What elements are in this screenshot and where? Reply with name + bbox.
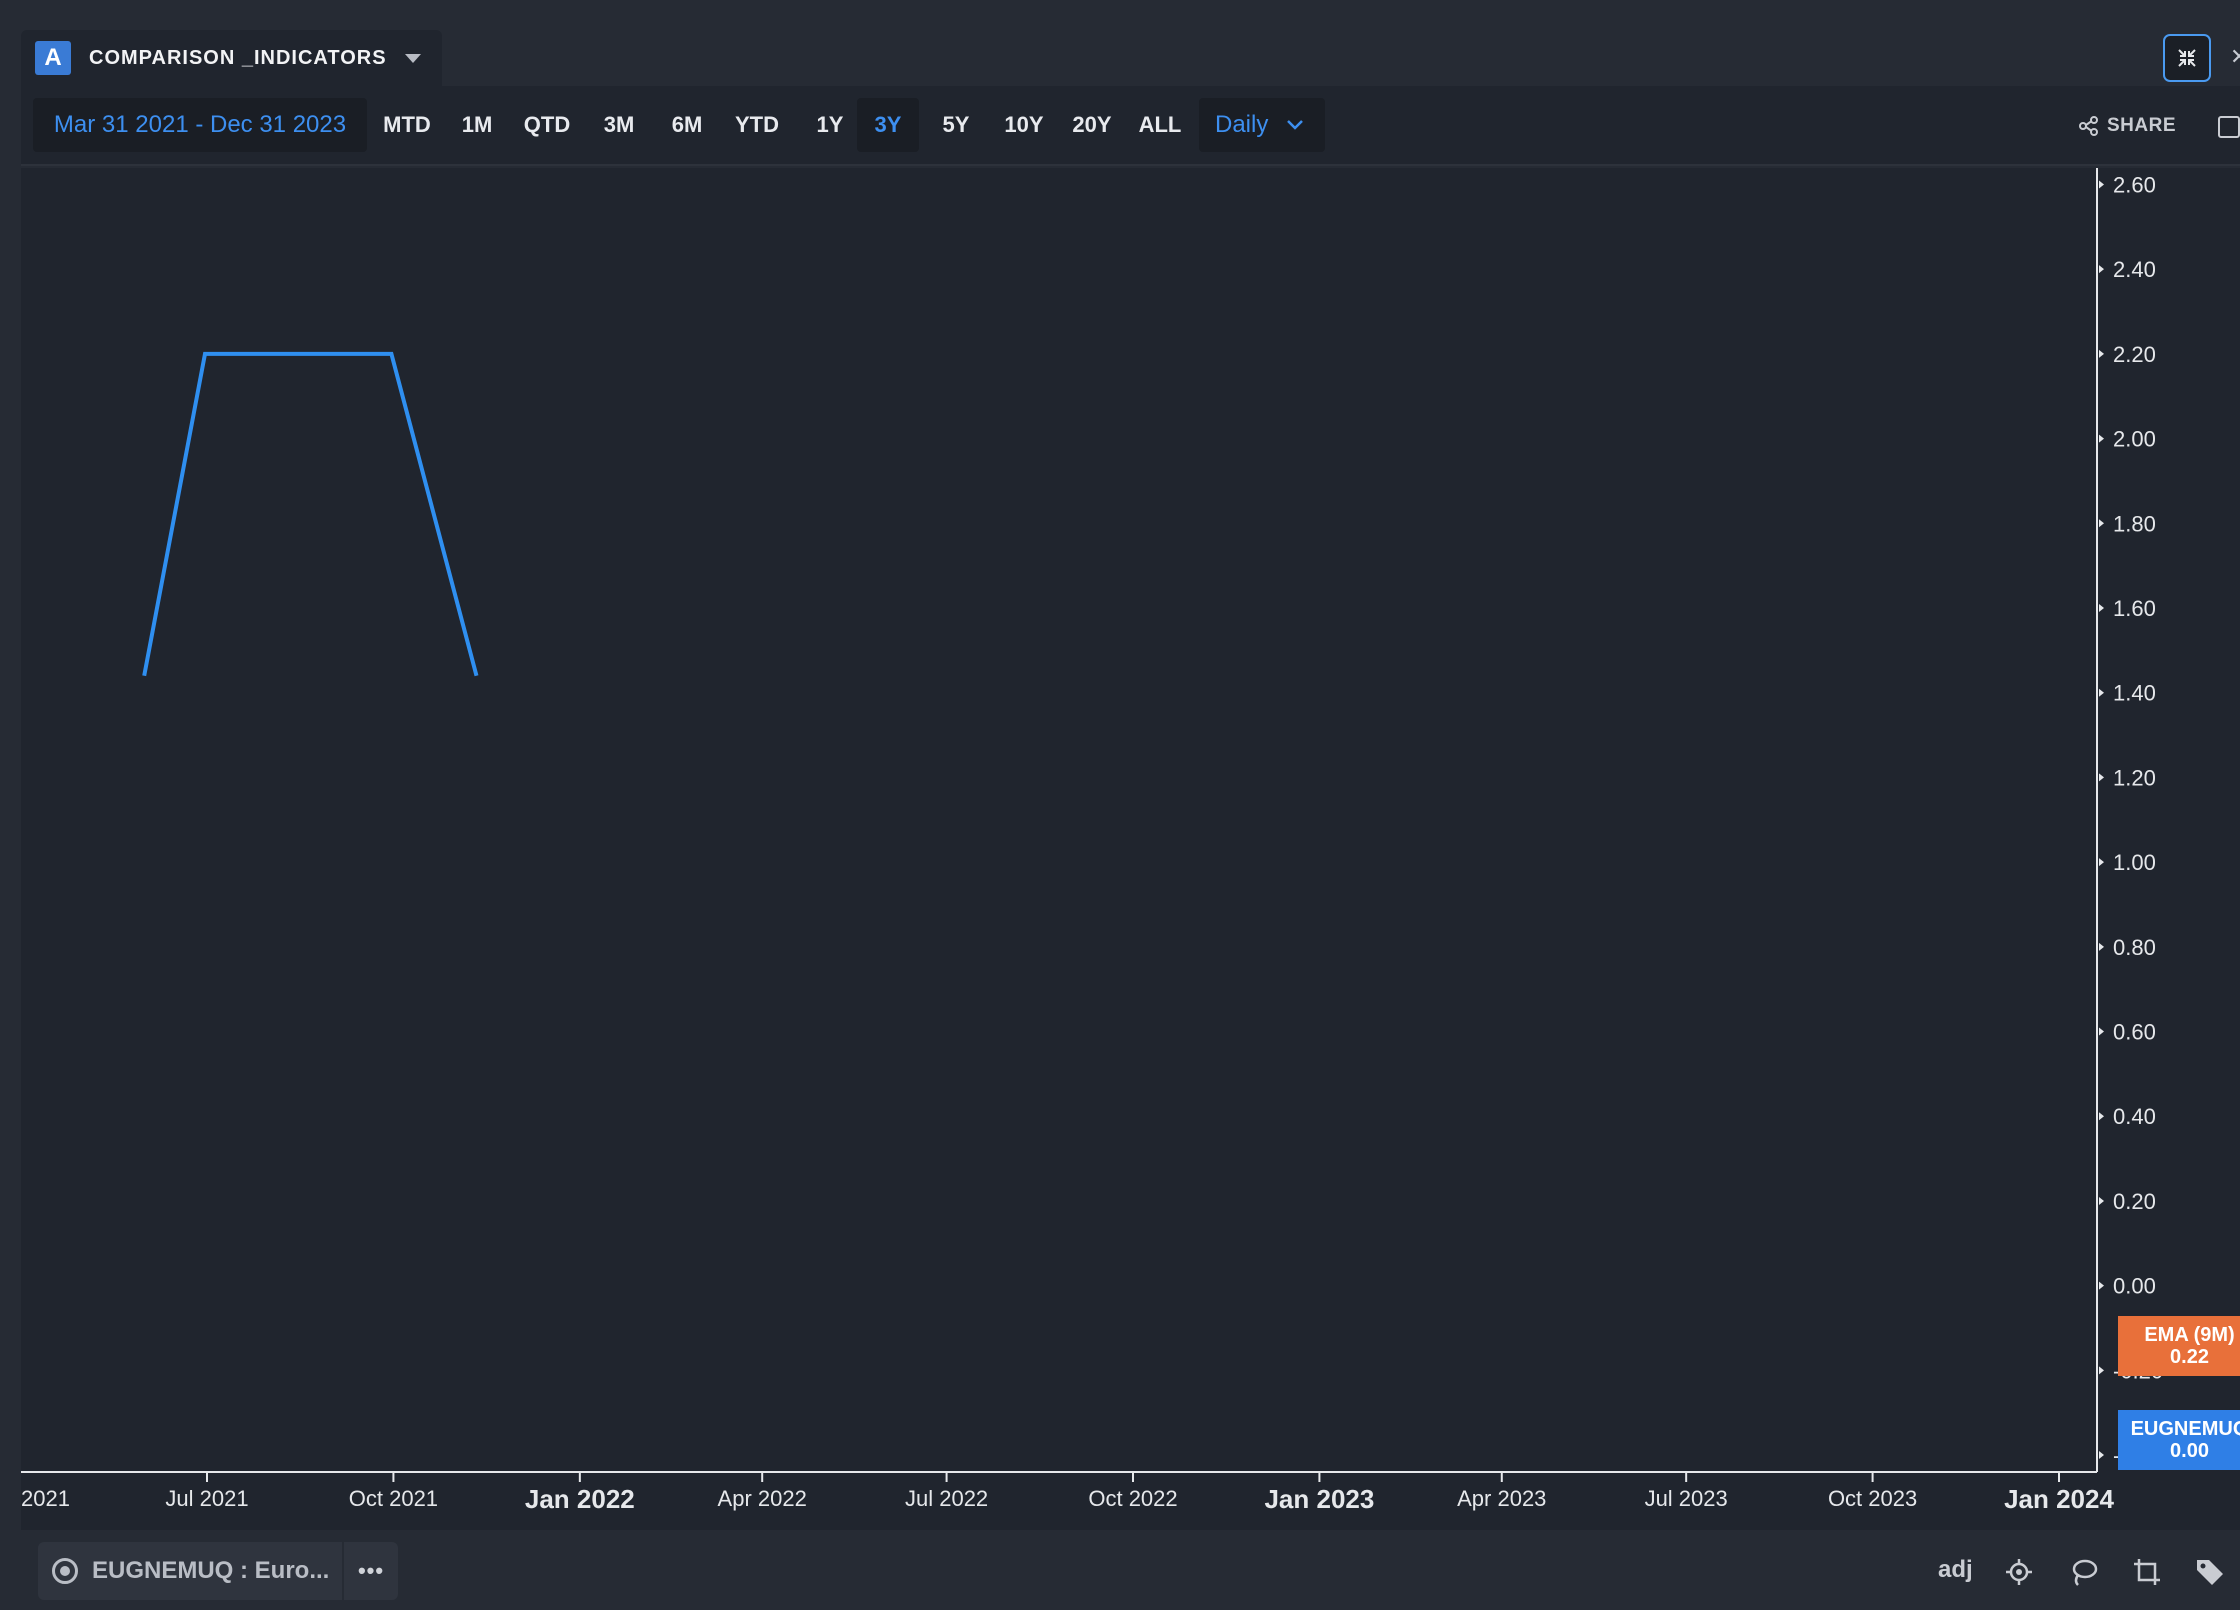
y-tick-mark	[2099, 688, 2104, 697]
document-badge: A	[35, 41, 71, 75]
adjusted-toggle[interactable]: adj	[1938, 1556, 1973, 1584]
period-all[interactable]: ALL	[1127, 98, 1193, 152]
y-tick-mark	[2099, 1281, 2104, 1290]
x-tick-label: Oct 2022	[1088, 1486, 1177, 1511]
ema-tag-value: 0.22	[2170, 1346, 2209, 1368]
share-button[interactable]: SHARE	[2079, 106, 2176, 146]
y-tick-label: 0.60	[2113, 1020, 2156, 1045]
y-tick-mark	[2099, 858, 2104, 867]
y-tick-label: 1.40	[2113, 681, 2156, 706]
ema-tag-label: EMA (9M)	[2144, 1324, 2235, 1346]
interval-select[interactable]: Daily	[1199, 98, 1325, 152]
x-tick-label: Jul 2021	[165, 1486, 248, 1511]
y-tick-label: 1.60	[2113, 596, 2156, 621]
y-tick-label: 1.20	[2113, 765, 2156, 790]
document-tab[interactable]: A COMPARISON _INDICATORS	[21, 30, 442, 86]
x-tick-label: Jan 2024	[2004, 1484, 2114, 1514]
period-1y[interactable]: 1Y	[799, 98, 861, 152]
x-tick-label: 2021	[21, 1486, 70, 1511]
chart-toolbar: Mar 31 2021 - Dec 31 2023 MTD 1M QTD 3M …	[21, 86, 2240, 166]
series-tag-label: EUGNEMUQ	[2130, 1418, 2240, 1440]
y-tick-mark	[2099, 434, 2104, 443]
y-tick-label: 2.00	[2113, 427, 2156, 452]
period-ytd[interactable]: YTD	[721, 98, 793, 152]
series-tag-value: 0.00	[2170, 1440, 2209, 1462]
x-tick-label: Jul 2022	[905, 1486, 988, 1511]
x-tick-label: Jan 2022	[525, 1484, 635, 1514]
y-tick-mark	[2099, 604, 2104, 612]
period-1m[interactable]: 1M	[449, 98, 505, 152]
collapse-button[interactable]	[2163, 34, 2211, 82]
top-bar: A COMPARISON _INDICATORS ✕	[0, 0, 2240, 86]
collapse-icon	[2178, 49, 2196, 67]
period-10y[interactable]: 10Y	[991, 98, 1057, 152]
x-tick-label: Oct 2021	[349, 1486, 438, 1511]
popout-icon[interactable]	[2218, 116, 2240, 138]
tag-icon[interactable]	[2194, 1556, 2226, 1588]
crop-icon[interactable]	[2131, 1556, 2163, 1588]
bottom-bar: EUGNEMUQ : Euro... ••• adj	[0, 1530, 2240, 1610]
series-price-tag: EUGNEMUQ 0.00	[2118, 1410, 2240, 1470]
y-tick-mark	[2099, 1196, 2104, 1205]
y-tick-label: 2.20	[2113, 342, 2156, 367]
ema-price-tag: EMA (9M) 0.22	[2118, 1316, 2240, 1376]
y-tick-label: 0.80	[2113, 935, 2156, 960]
lasso-icon[interactable]	[2068, 1556, 2100, 1588]
period-6m[interactable]: 6M	[657, 98, 717, 152]
y-tick-label: 1.80	[2113, 511, 2156, 536]
y-tick-mark	[2099, 265, 2104, 274]
series-line	[142, 351, 479, 677]
series-selector[interactable]: EUGNEMUQ : Euro...	[38, 1542, 342, 1600]
chevron-down-icon	[1287, 120, 1304, 130]
y-tick-label: 0.20	[2113, 1189, 2156, 1214]
y-tick-label: 0.00	[2113, 1274, 2156, 1299]
y-tick-mark	[2099, 942, 2104, 951]
x-tick-label: Apr 2022	[718, 1486, 807, 1511]
x-tick-label: Jan 2023	[1264, 1484, 1374, 1514]
y-tick-mark	[2099, 773, 2104, 782]
line-chart: 2.60 2.40 2.20 2.00 1.80 1.60 1.40 1.20 1.00 0.80…	[21, 168, 2163, 1514]
period-qtd[interactable]: QTD	[511, 98, 583, 152]
y-tick-mark	[2099, 519, 2104, 528]
series-label: EUGNEMUQ : Euro...	[92, 1557, 330, 1584]
x-tick-label: Apr 2023	[1457, 1486, 1546, 1511]
crosshair-icon[interactable]	[2003, 1556, 2035, 1588]
y-tick-mark	[2099, 1112, 2104, 1121]
period-mtd[interactable]: MTD	[371, 98, 443, 152]
period-20y[interactable]: 20Y	[1059, 98, 1125, 152]
y-tick-mark	[2099, 1451, 2104, 1460]
y-tick-mark	[2099, 1366, 2104, 1375]
period-3m[interactable]: 3M	[589, 98, 649, 152]
interval-value: Daily	[1215, 111, 1269, 138]
share-label: SHARE	[2107, 115, 2177, 136]
y-tick-label: 1.00	[2113, 850, 2156, 875]
y-tick-label: 2.40	[2113, 257, 2156, 282]
y-tick-label: 0.40	[2113, 1104, 2156, 1129]
share-icon	[2079, 116, 2098, 136]
chart-area[interactable]: 2.60 2.40 2.20 2.00 1.80 1.60 1.40 1.20 1.00 0.80…	[21, 168, 2240, 1530]
document-title: COMPARISON _INDICATORS	[89, 46, 387, 69]
y-tick-mark	[2099, 180, 2104, 189]
period-3y[interactable]: 3Y	[857, 98, 919, 152]
x-tick-label: Oct 2023	[1828, 1486, 1917, 1511]
radio-icon	[52, 1558, 78, 1584]
more-options-button[interactable]: •••	[344, 1542, 398, 1600]
period-5y[interactable]: 5Y	[925, 98, 987, 152]
y-tick-mark	[2099, 349, 2104, 358]
date-range-button[interactable]: Mar 31 2021 - Dec 31 2023	[33, 98, 367, 152]
x-tick-label: Jul 2023	[1645, 1486, 1728, 1511]
close-icon[interactable]: ✕	[2230, 44, 2240, 70]
dropdown-caret-icon[interactable]	[404, 53, 421, 63]
y-tick-mark	[2099, 1027, 2104, 1036]
y-tick-label: 2.60	[2113, 172, 2156, 197]
